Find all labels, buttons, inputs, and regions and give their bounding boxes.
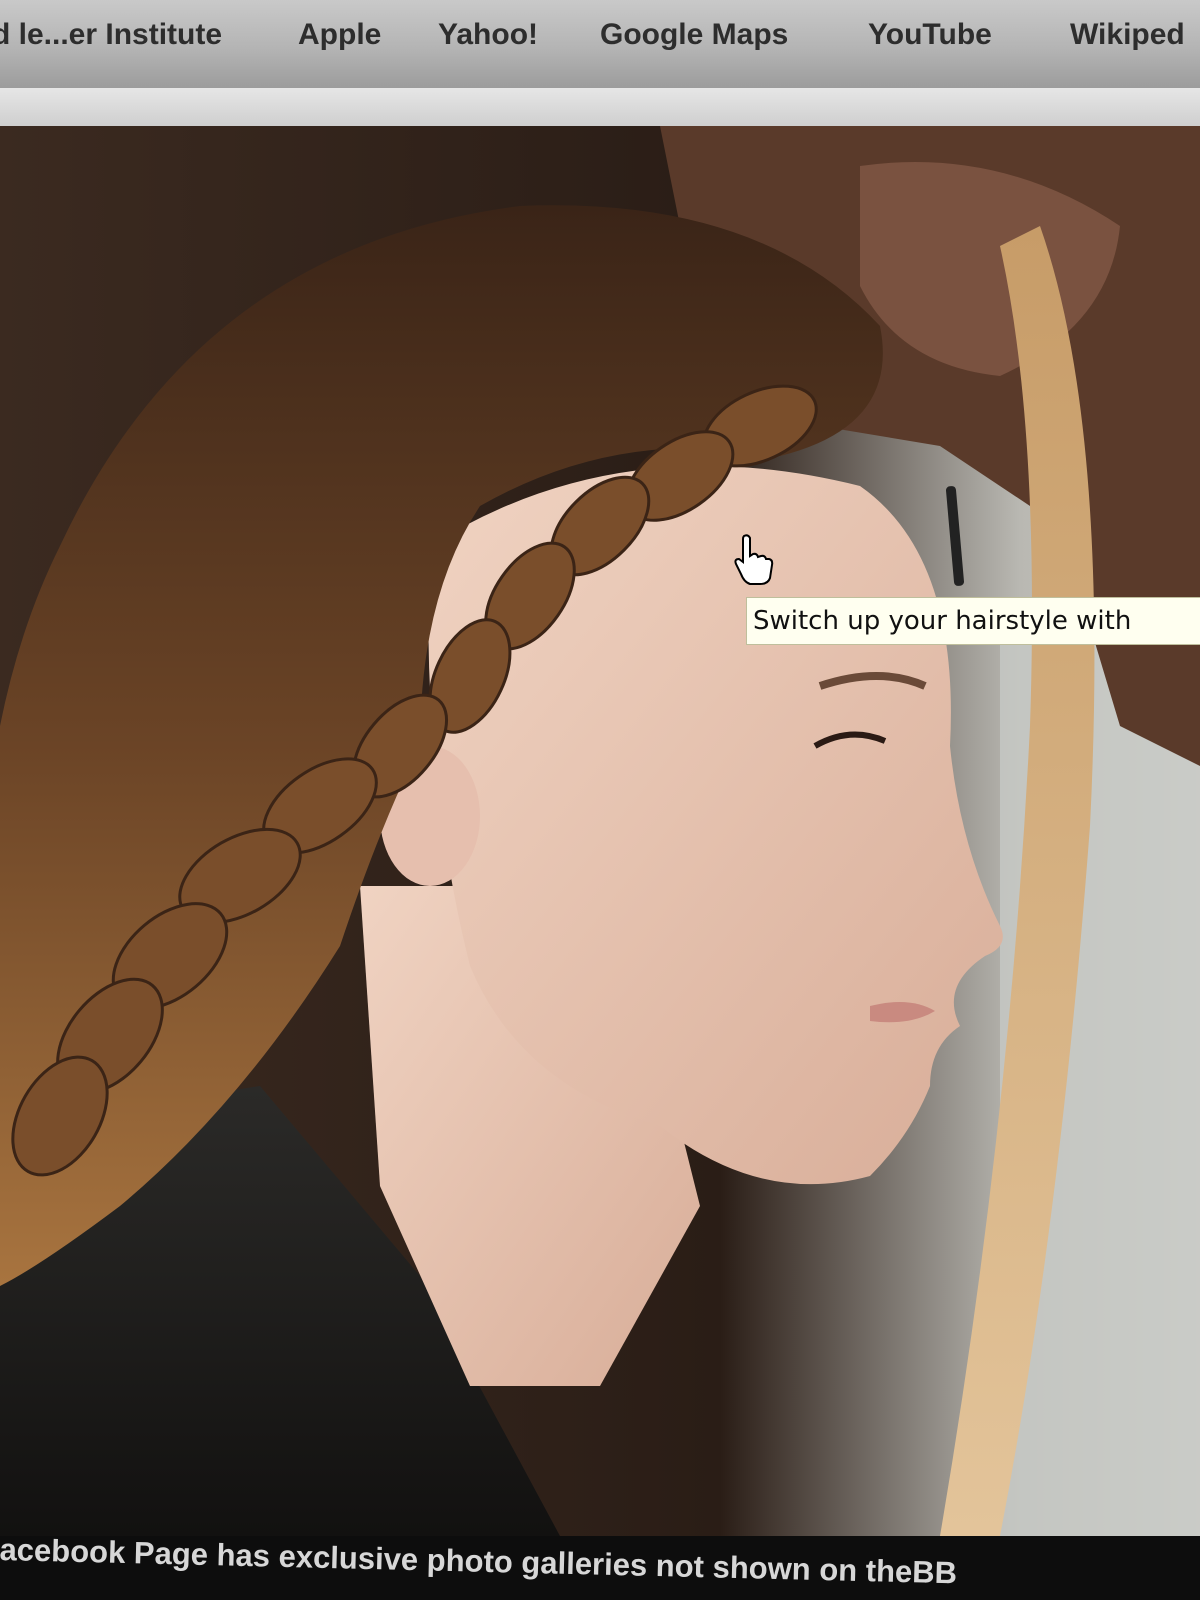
- bookmarks-bar: d le...er Institute Apple Yahoo! Google …: [0, 0, 1200, 90]
- photo-illustration: [0, 126, 1200, 1536]
- hairstyle-photo[interactable]: [0, 126, 1200, 1536]
- bookmark-item[interactable]: Yahoo!: [438, 18, 538, 52]
- toolbar-divider: [0, 88, 1200, 128]
- bookmark-item[interactable]: d le...er Institute: [0, 18, 222, 52]
- tooltip: Switch up your hairstyle with: [746, 597, 1200, 645]
- bookmark-item[interactable]: Apple: [298, 18, 381, 52]
- bookmark-item[interactable]: YouTube: [868, 18, 992, 52]
- bookmark-item[interactable]: Wikiped: [1070, 18, 1185, 52]
- bookmark-item[interactable]: Google Maps: [600, 18, 788, 52]
- hand-pointer-cursor-icon: [734, 534, 774, 585]
